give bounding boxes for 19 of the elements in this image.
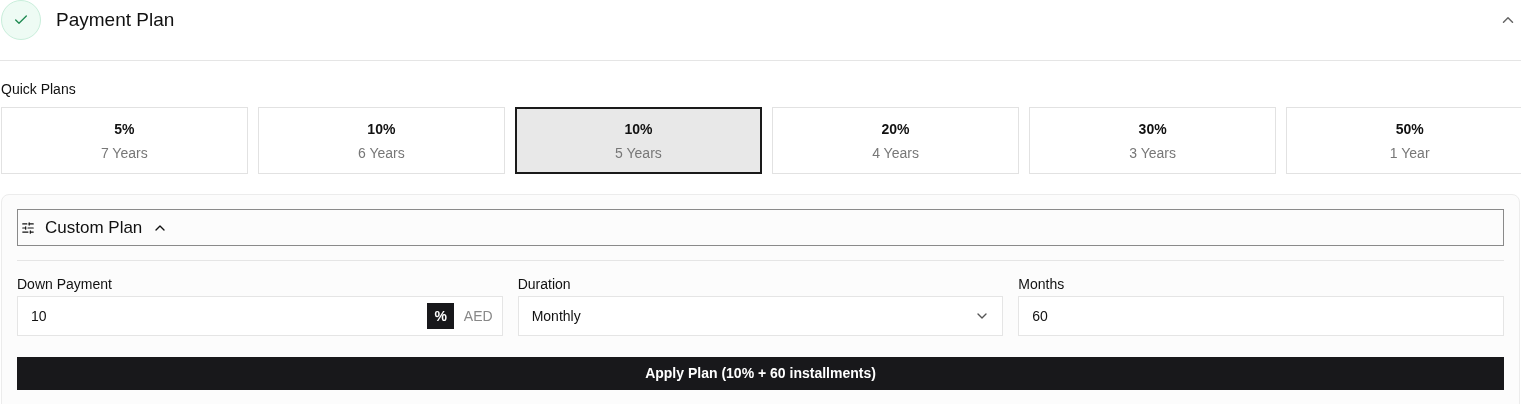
custom-plan-toggle[interactable]: Custom Plan: [17, 209, 1504, 246]
sliders-icon: [21, 220, 35, 235]
field-label: Down Payment: [17, 276, 113, 292]
unit-toggle[interactable]: AED: [456, 303, 500, 329]
duration-select[interactable]: Monthly: [517, 296, 1004, 336]
quick-plan-card[interactable]: 20% 4 Years: [772, 107, 1019, 174]
unit-toggle[interactable]: %: [427, 303, 454, 329]
quick-plan-card[interactable]: 50% 1 Year: [1286, 107, 1521, 174]
quick-plan-card[interactable]: 10% 6 Years: [258, 107, 505, 174]
quick-plan-card[interactable]: 10% 5 Years: [515, 107, 762, 174]
section-title: Payment Plan: [56, 7, 175, 32]
field-label: Months: [1018, 276, 1066, 292]
apply-plan-button[interactable]: Apply Plan (10% + 60 installments): [17, 357, 1504, 390]
quick-plan-card[interactable]: 30% 3 Years: [1029, 107, 1276, 174]
field-label: Duration: [517, 276, 572, 292]
months-field[interactable]: 60: [1018, 296, 1504, 336]
quick-plan-card[interactable]: 5% 7 Years: [1, 107, 248, 174]
quick-plans-label: Quick Plans: [1, 81, 77, 97]
down-payment-field[interactable]: 10 % AED: [17, 296, 503, 336]
